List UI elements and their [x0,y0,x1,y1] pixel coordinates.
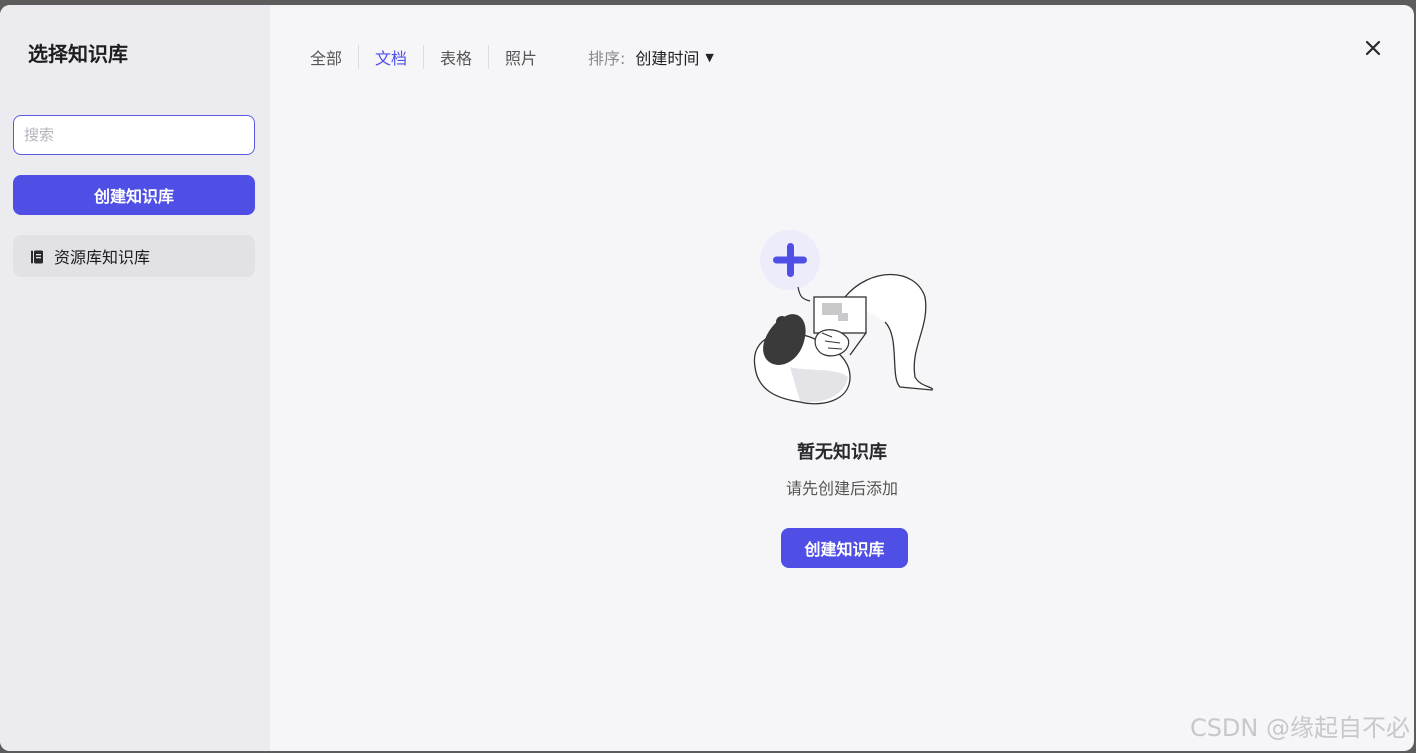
close-button[interactable] [1362,37,1384,59]
create-knowledge-base-button[interactable]: 创建知识库 [13,175,255,215]
sort-control: 排序: 创建时间 ▼ [588,45,714,69]
sidebar-item-label: 资源库知识库 [54,248,151,267]
main-panel: 全部 文档 表格 照片 排序: 创建时间 ▼ 暂无知识库 请先创建后添加 创建知… [270,5,1414,751]
sidebar: 选择知识库 创建知识库 资源库知识库 [0,5,270,751]
tab-photos[interactable]: 照片 [489,41,553,73]
filter-tabs: 全部 文档 表格 照片 [294,41,553,73]
close-icon [1365,40,1381,56]
watermark: CSDN @缘起自不必 [1189,714,1410,742]
sort-label: 排序: [588,49,626,68]
empty-state-illustration [750,227,940,412]
empty-state-subtitle: 请先创建后添加 [785,479,898,498]
sort-dropdown[interactable]: 创建时间 [635,45,699,69]
knowledge-base-dialog: 选择知识库 创建知识库 资源库知识库 全部 文档 表格 照片 [0,5,1414,751]
sidebar-item-resource-kb[interactable]: 资源库知识库 [13,235,255,277]
search-input[interactable] [13,115,255,155]
sidebar-title: 选择知识库 [28,42,128,66]
tab-documents[interactable]: 文档 [359,41,423,73]
caret-down-icon[interactable]: ▼ [705,51,713,64]
notebook-icon [30,249,44,264]
tab-sheets[interactable]: 表格 [424,41,488,73]
empty-state-title: 暂无知识库 [797,442,887,463]
create-knowledge-base-button[interactable]: 创建知识库 [781,528,908,568]
tab-all[interactable]: 全部 [294,41,358,73]
